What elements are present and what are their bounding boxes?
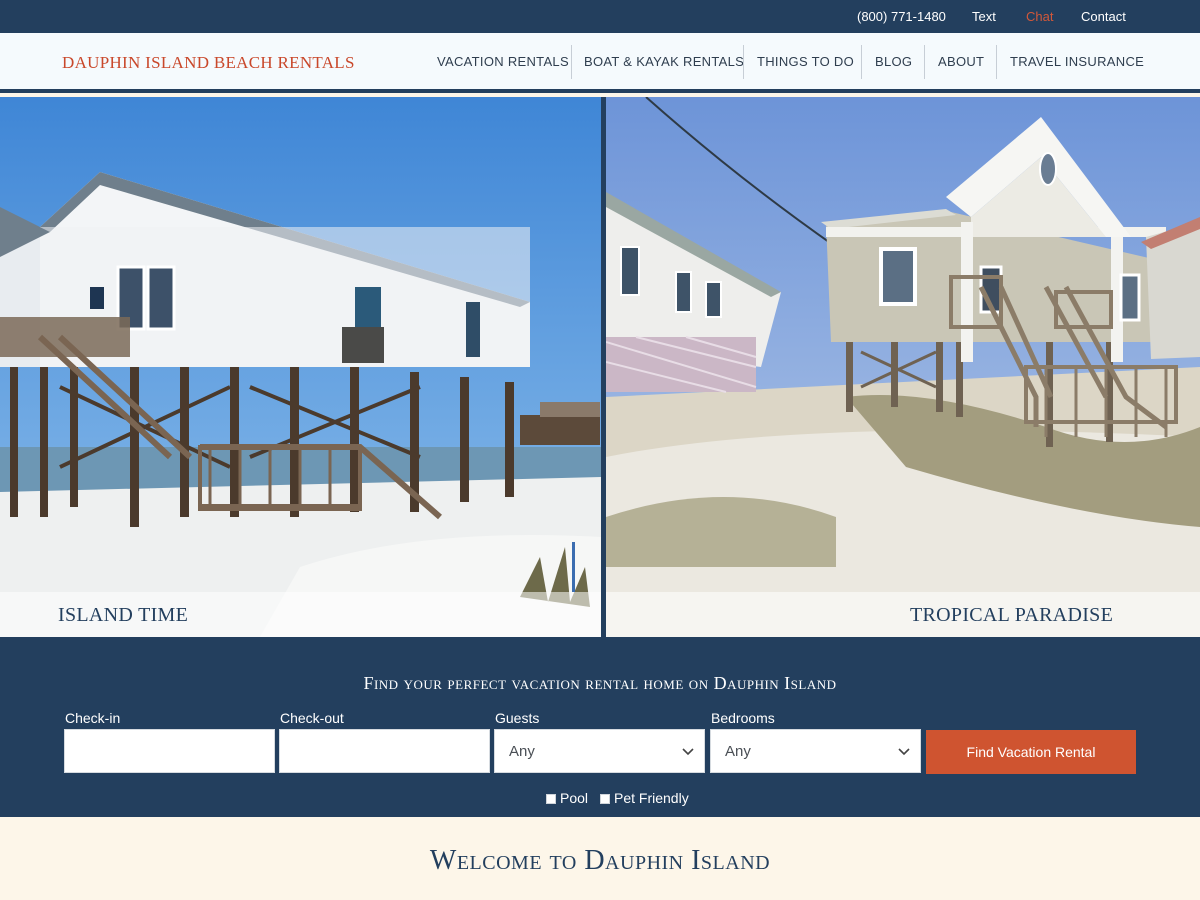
white-stilt-beach-house-photo bbox=[0, 97, 601, 637]
checkout-input[interactable] bbox=[279, 729, 490, 773]
nav-things-to-do[interactable]: THINGS TO DO bbox=[757, 54, 854, 69]
guests-select[interactable]: Any bbox=[494, 729, 705, 773]
chat-link[interactable]: Chat bbox=[1026, 9, 1053, 24]
nav-divider bbox=[924, 45, 925, 79]
nav-divider bbox=[743, 45, 744, 79]
search-title: Find your perfect vacation rental home o… bbox=[363, 673, 837, 693]
contact-link[interactable]: Contact bbox=[1081, 9, 1126, 24]
nav-divider bbox=[571, 45, 572, 79]
pool-label: Pool bbox=[560, 790, 589, 806]
hero-caption-tropical-paradise: TROPICAL PARADISE bbox=[910, 604, 1114, 626]
guests-label: Guests bbox=[495, 710, 540, 726]
bedrooms-label: Bedrooms bbox=[711, 710, 775, 726]
hero-panel-tropical-paradise[interactable]: TROPICAL PARADISE bbox=[606, 97, 1200, 637]
checkout-label: Check-out bbox=[280, 710, 344, 726]
pet-friendly-label: Pet Friendly bbox=[614, 790, 689, 806]
bedrooms-select[interactable]: Any bbox=[710, 729, 921, 773]
bedrooms-value: Any bbox=[725, 743, 751, 760]
text-link[interactable]: Text bbox=[972, 9, 996, 24]
guests-value: Any bbox=[509, 743, 535, 760]
nav-blog[interactable]: BLOG bbox=[875, 54, 912, 69]
nav-divider bbox=[996, 45, 997, 79]
checkbox-box[interactable] bbox=[600, 794, 610, 804]
chevron-down-icon bbox=[898, 748, 910, 756]
pool-checkbox[interactable]: Pool bbox=[546, 790, 588, 806]
nav-vacation-rentals[interactable]: VACATION RENTALS bbox=[437, 54, 569, 69]
nav-boat-kayak-rentals[interactable]: BOAT & KAYAK RENTALS bbox=[584, 54, 744, 69]
checkbox-box[interactable] bbox=[546, 794, 556, 804]
site-header: DAUPHIN ISLAND BEACH RENTALS VACATION RE… bbox=[0, 33, 1200, 93]
pet-friendly-checkbox[interactable]: Pet Friendly bbox=[600, 790, 689, 806]
find-vacation-rental-button[interactable]: Find Vacation Rental bbox=[926, 730, 1136, 774]
checkin-input[interactable] bbox=[64, 729, 275, 773]
rental-search-form: Find your perfect vacation rental home o… bbox=[0, 637, 1200, 817]
hero-section: ISLAND TIME TROPICAL PARADISE bbox=[0, 97, 1200, 637]
welcome-section: Welcome to Dauphin Island bbox=[0, 817, 1200, 900]
nav-about[interactable]: ABOUT bbox=[938, 54, 984, 69]
beige-cottage-on-dunes-photo bbox=[606, 97, 1200, 637]
hero-panel-island-time[interactable]: ISLAND TIME bbox=[0, 97, 601, 637]
checkin-label: Check-in bbox=[65, 710, 121, 726]
hero-caption-island-time: ISLAND TIME bbox=[58, 604, 189, 626]
welcome-heading: Welcome to Dauphin Island bbox=[429, 845, 771, 876]
phone-link[interactable]: (800) 771-1480 bbox=[857, 9, 946, 24]
nav-travel-insurance[interactable]: TRAVEL INSURANCE bbox=[1010, 54, 1144, 69]
top-utility-bar: (800) 771-1480 Text Chat Contact bbox=[0, 0, 1200, 33]
site-logo[interactable]: DAUPHIN ISLAND BEACH RENTALS bbox=[62, 53, 355, 73]
chevron-down-icon bbox=[682, 748, 694, 756]
nav-divider bbox=[861, 45, 862, 79]
